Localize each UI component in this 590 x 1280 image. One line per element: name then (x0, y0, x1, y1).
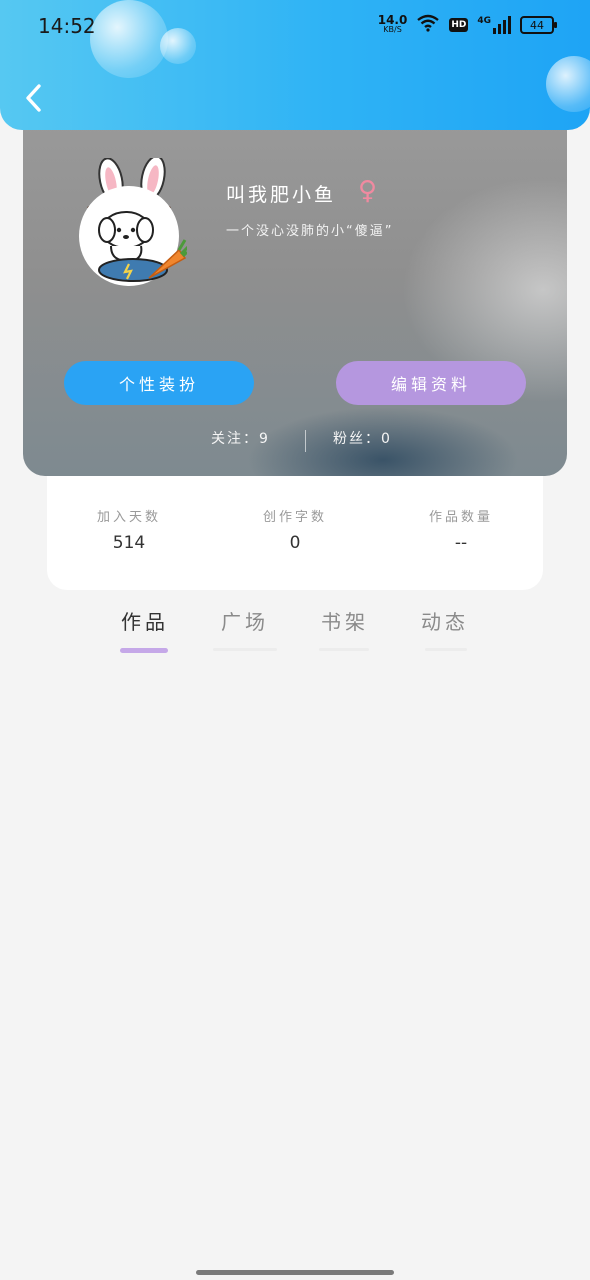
header-bar: 14:52 14.0 KB/S HD 4G 44 (0, 0, 590, 130)
stat-value: 0 (289, 533, 301, 553)
followers-count[interactable]: 粉丝：0 (333, 428, 392, 448)
wifi-icon (416, 14, 440, 36)
tab-bookshelf[interactable]: 书架 (295, 606, 395, 635)
battery-level: 44 (530, 18, 544, 32)
profile-card: 叫我肥小鱼 ♀ 一个没心没肺的小“傻逼” 个性装扮 编辑资料 关注：9 粉丝：0 (23, 110, 567, 476)
chevron-left-icon (26, 84, 41, 112)
tab-inactive-indicator (319, 648, 369, 651)
hd-icon: HD (449, 18, 469, 32)
tab-inactive-indicator (425, 648, 467, 651)
status-icons: 14.0 KB/S HD 4G 44 (377, 13, 557, 36)
divider (305, 430, 306, 452)
network-speed: 14.0 KB/S (377, 13, 408, 35)
stat-works-count: 作品数量 -- (391, 506, 531, 553)
back-button[interactable] (16, 80, 52, 116)
signal-icon: 4G (477, 16, 511, 34)
tab-active-indicator (120, 648, 168, 653)
network-speed-value: 14.0 (377, 13, 408, 27)
stat-word-count: 创作字数 0 (225, 506, 365, 553)
stat-join-days: 加入天数 514 (59, 506, 199, 553)
decorative-bubble (546, 56, 590, 112)
tab-plaza[interactable]: 广场 (195, 606, 295, 635)
edit-profile-button[interactable]: 编辑资料 (336, 361, 526, 405)
dress-up-button[interactable]: 个性装扮 (64, 361, 254, 405)
stat-value: 514 (112, 533, 146, 553)
nickname: 叫我肥小鱼 (226, 184, 337, 206)
network-speed-unit: KB/S (383, 25, 402, 34)
tab-activity[interactable]: 动态 (395, 606, 495, 635)
tab-inactive-indicator (213, 648, 277, 651)
network-type: 4G (477, 16, 491, 26)
home-indicator[interactable] (196, 1270, 394, 1275)
tab-bar: 作品 广场 书架 动态 (95, 606, 495, 656)
battery-icon: 44 (520, 16, 557, 34)
avatar[interactable] (71, 155, 191, 286)
decorative-bubble (90, 0, 168, 78)
stat-label: 作品数量 (428, 510, 493, 525)
stat-label: 加入天数 (96, 510, 161, 525)
decorative-bubble (160, 28, 196, 64)
stat-label: 创作字数 (262, 510, 327, 525)
status-time: 14:52 (38, 14, 96, 38)
tab-works[interactable]: 作品 (95, 606, 195, 635)
signature: 一个没心没肺的小“傻逼” (226, 224, 394, 239)
stats-card: 加入天数 514 创作字数 0 作品数量 -- (47, 476, 543, 590)
female-gender-icon: ♀ (358, 176, 378, 206)
following-count[interactable]: 关注：9 (211, 428, 270, 448)
stat-value: -- (454, 533, 468, 553)
